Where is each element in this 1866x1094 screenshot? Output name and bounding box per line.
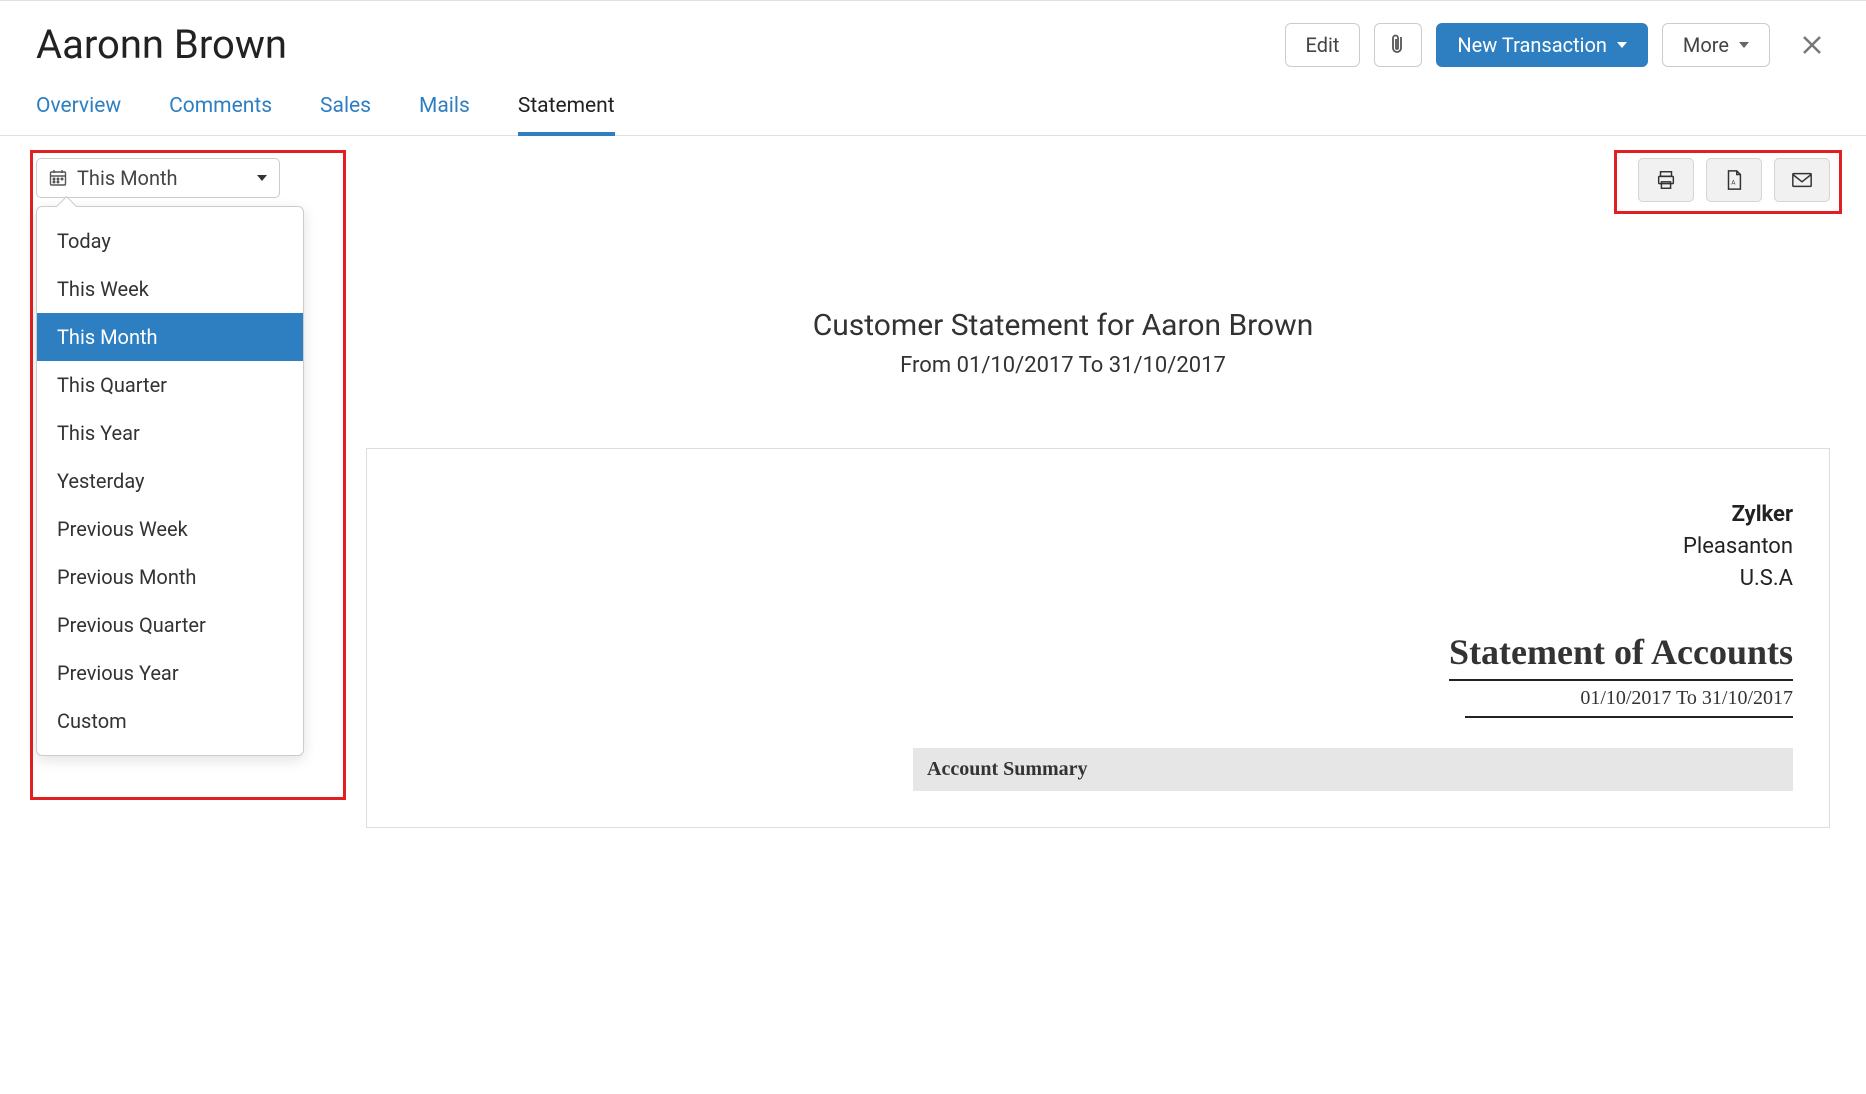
date-filter-button[interactable]: This Month [36, 158, 280, 198]
tab-mails[interactable]: Mails [419, 84, 470, 136]
company-name: Zylker [403, 499, 1793, 531]
company-address-block: Zylker Pleasanton U.S.A [403, 499, 1793, 595]
more-button[interactable]: More [1662, 23, 1770, 67]
new-transaction-button[interactable]: New Transaction [1436, 23, 1648, 67]
header-actions: Edit New Transaction More [1285, 23, 1830, 67]
pdf-button[interactable]: A [1706, 158, 1762, 202]
date-option-today[interactable]: Today [37, 217, 303, 265]
date-option-previous-week[interactable]: Previous Week [37, 505, 303, 553]
more-label: More [1683, 33, 1729, 57]
pdf-icon: A [1724, 169, 1744, 191]
tab-overview[interactable]: Overview [36, 84, 121, 136]
company-city: Pleasanton [403, 531, 1793, 563]
statement-header: Customer Statement for Aaron Brown From … [296, 308, 1830, 378]
statement-title: Customer Statement for Aaron Brown [296, 308, 1830, 343]
date-filter-wrap: This Month Today This Week This Month Th… [36, 158, 280, 198]
attachment-button[interactable] [1374, 23, 1422, 67]
date-filter-dropdown: Today This Week This Month This Quarter … [36, 206, 304, 756]
close-button[interactable] [1794, 27, 1830, 63]
chevron-down-icon [1739, 42, 1749, 48]
document-preview: Zylker Pleasanton U.S.A Statement of Acc… [366, 448, 1830, 828]
statement-actions: A [1638, 158, 1830, 202]
date-option-previous-year[interactable]: Previous Year [37, 649, 303, 697]
email-icon [1791, 171, 1813, 189]
email-button[interactable] [1774, 158, 1830, 202]
print-button[interactable] [1638, 158, 1694, 202]
header-row: Aaronn Brown Edit New Transaction More [0, 1, 1866, 84]
chevron-down-icon [1617, 42, 1627, 48]
date-option-this-week[interactable]: This Week [37, 265, 303, 313]
date-option-this-quarter[interactable]: This Quarter [37, 361, 303, 409]
statement-date-range: From 01/10/2017 To 31/10/2017 [296, 353, 1830, 378]
tab-comments[interactable]: Comments [169, 84, 272, 136]
calendar-icon [49, 169, 67, 187]
date-option-this-year[interactable]: This Year [37, 409, 303, 457]
print-icon [1655, 169, 1677, 191]
attachment-icon [1389, 34, 1407, 56]
tab-statement[interactable]: Statement [518, 84, 615, 136]
date-option-custom[interactable]: Custom [37, 697, 303, 745]
page-container: Aaronn Brown Edit New Transaction More [0, 0, 1866, 850]
date-option-this-month[interactable]: This Month [37, 313, 303, 361]
edit-button[interactable]: Edit [1285, 23, 1361, 67]
company-country: U.S.A [403, 563, 1793, 595]
statement-of-accounts-dates: 01/10/2017 To 31/10/2017 [1465, 681, 1793, 718]
tabs-bar: Overview Comments Sales Mails Statement [0, 84, 1866, 136]
content-area: This Month Today This Week This Month Th… [0, 136, 1866, 850]
account-summary-header: Account Summary [913, 748, 1793, 791]
date-filter-selected-label: This Month [77, 166, 178, 190]
statement-of-accounts-title: Statement of Accounts [1449, 631, 1793, 681]
tab-sales[interactable]: Sales [320, 84, 371, 136]
date-option-previous-quarter[interactable]: Previous Quarter [37, 601, 303, 649]
chevron-down-icon [257, 175, 267, 181]
date-option-yesterday[interactable]: Yesterday [37, 457, 303, 505]
new-transaction-label: New Transaction [1457, 33, 1607, 57]
svg-text:A: A [1731, 179, 1736, 187]
customer-name-heading: Aaronn Brown [36, 21, 287, 68]
date-option-previous-month[interactable]: Previous Month [37, 553, 303, 601]
